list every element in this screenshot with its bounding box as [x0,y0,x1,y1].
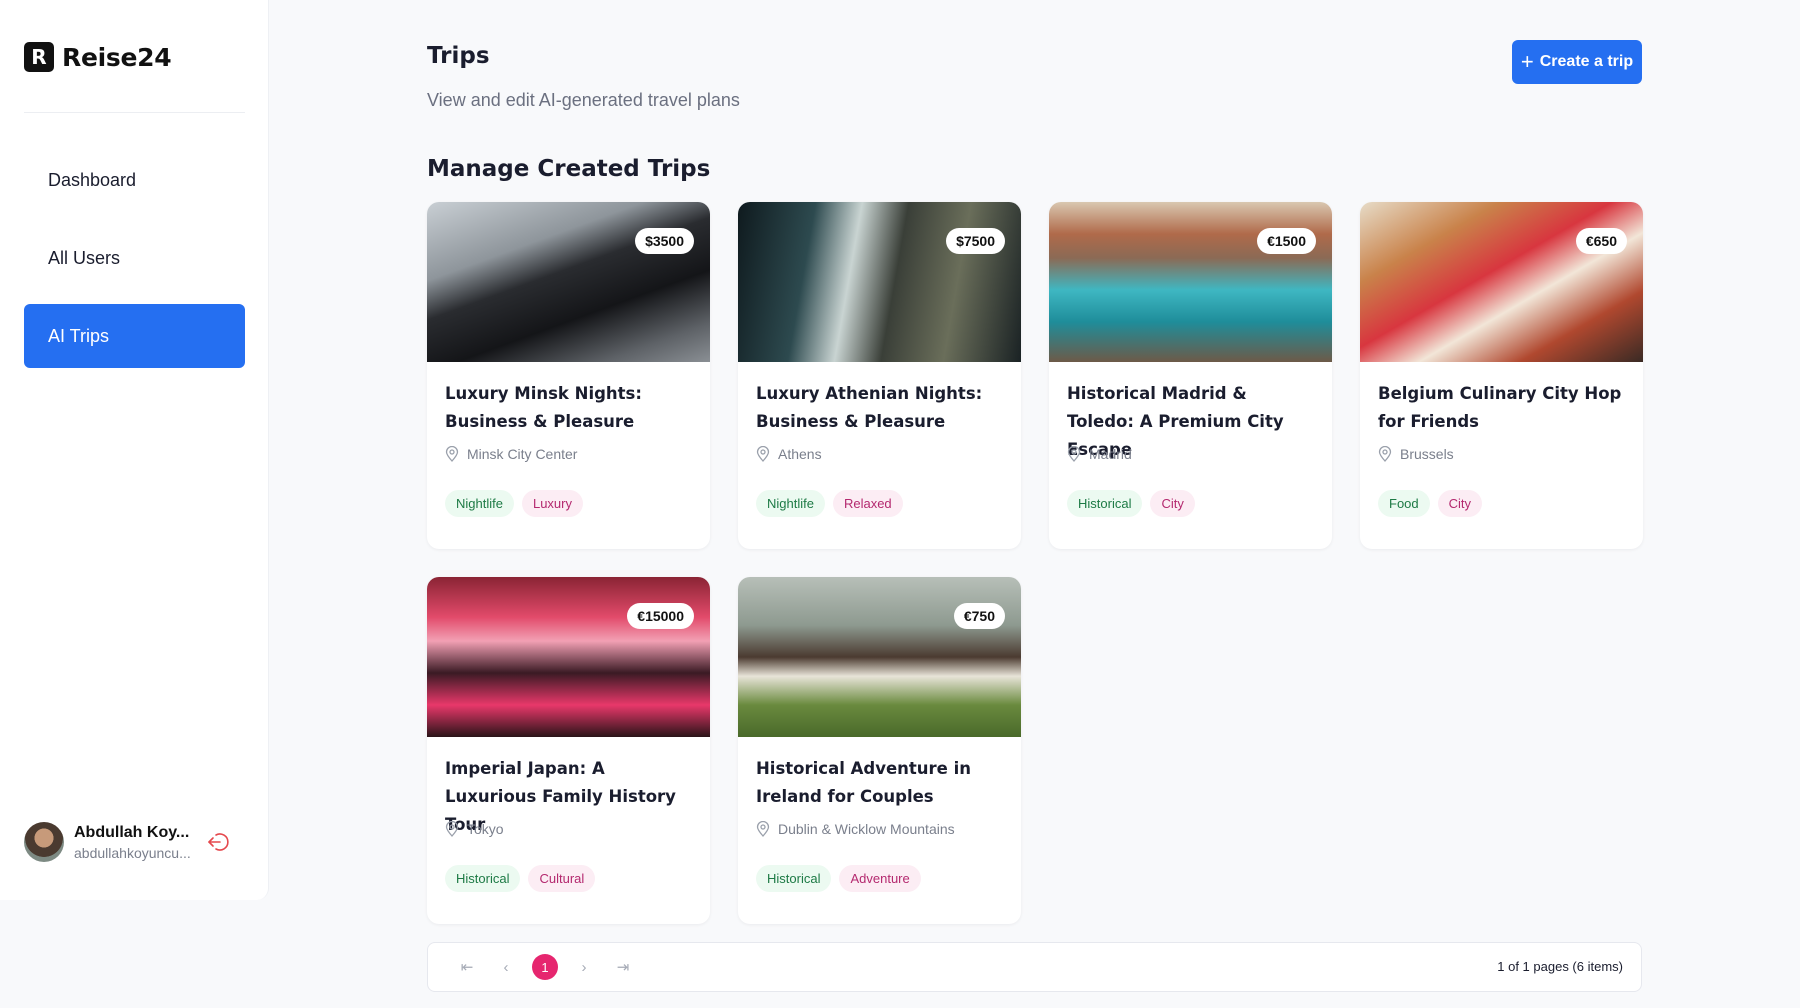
tag: Historical [1067,490,1143,517]
price-badge: $7500 [946,228,1005,254]
trip-location: Dublin & Wicklow Mountains [756,821,1003,837]
user-info: Abdullah Koy... abdullahkoyuncu... [74,824,194,861]
trip-image: €650 [1360,202,1643,362]
tag: Historical [445,865,521,892]
trip-title: Imperial Japan: A Luxurious Family Histo… [445,759,676,834]
first-page-button[interactable]: ⇤ [454,954,480,980]
brand-mark-icon: R [24,42,54,72]
trip-location-text: Athens [778,446,822,462]
tag: Relaxed [832,490,903,517]
trip-card[interactable]: €1500 Historical Madrid & Toledo: A Prem… [1049,202,1332,549]
tag: Cultural [528,865,596,892]
brand-name: Reise24 [62,42,172,72]
trip-tags: Historical Adventure [756,865,1003,892]
trip-title: Historical Adventure in Ireland for Coup… [756,759,971,806]
tag: City [1437,490,1483,517]
price-badge: $3500 [635,228,694,254]
trip-location-text: Brussels [1400,446,1454,462]
tag: Luxury [521,490,583,517]
create-trip-label: Create a trip [1539,53,1634,70]
trip-tags: Nightlife Luxury [445,490,692,517]
user-name: Abdullah Koy... [74,823,190,841]
trip-location: Madrid [1067,446,1314,462]
tag: Historical [756,865,832,892]
brand-logo[interactable]: R Reise24 [24,42,172,72]
trip-card[interactable]: $3500 Luxury Minsk Nights: Business & Pl… [427,202,710,549]
prev-page-button[interactable]: ‹ [493,954,519,980]
sidebar-divider [24,112,245,113]
sidebar-item-all-users[interactable]: All Users [24,226,245,290]
tag: Adventure [839,865,921,892]
trip-tags: Food City [1378,490,1625,517]
price-badge: €15000 [627,603,694,629]
trip-card[interactable]: €15000 Imperial Japan: A Luxurious Famil… [427,577,710,924]
trip-location-text: Madrid [1089,446,1132,462]
trip-location: Tokyo [445,821,692,837]
price-badge: €650 [1575,228,1627,254]
trip-image: €1500 [1049,202,1332,362]
trip-location: Brussels [1378,446,1625,462]
trip-location: Minsk City Center [445,446,692,462]
last-page-button[interactable]: ⇥ [610,954,636,980]
create-trip-button[interactable]: + Create a trip [1512,40,1642,84]
trip-location-text: Dublin & Wicklow Mountains [778,821,955,837]
trip-title: Luxury Athenian Nights: Business & Pleas… [756,384,983,431]
next-page-button[interactable]: › [571,954,597,980]
location-pin-icon [445,446,459,462]
sidebar: R Reise24 Dashboard All Users AI Trips A… [0,0,269,900]
location-pin-icon [445,821,459,837]
trip-grid: $3500 Luxury Minsk Nights: Business & Pl… [427,202,1643,924]
trip-tags: Historical Cultural [445,865,692,892]
price-badge: €1500 [1257,228,1316,254]
trip-title: Luxury Minsk Nights: Business & Pleasure [445,384,642,431]
sidebar-item-dashboard[interactable]: Dashboard [24,148,245,212]
location-pin-icon [756,446,770,462]
trip-card[interactable]: €650 Belgium Culinary City Hop for Frien… [1360,202,1643,549]
location-pin-icon [756,821,770,837]
location-pin-icon [1378,446,1392,462]
user-email: abdullahkoyuncu... [74,844,191,861]
trip-image: $7500 [738,202,1021,362]
page-title: Trips [427,43,490,69]
pagination-status: 1 of 1 pages (6 items) [1497,959,1623,974]
sidebar-item-ai-trips[interactable]: AI Trips [24,304,245,368]
user-profile: Abdullah Koy... abdullahkoyuncu... [24,822,245,862]
tag: Nightlife [445,490,514,517]
page-button-current[interactable]: 1 [532,954,558,980]
sidebar-nav: Dashboard All Users AI Trips [24,148,245,382]
trip-image: €15000 [427,577,710,737]
page-subtitle: View and edit AI-generated travel plans [427,90,740,110]
pagination: ⇤ ‹ 1 › ⇥ 1 of 1 pages (6 items) [427,942,1642,992]
location-pin-icon [1067,446,1081,462]
trip-title: Belgium Culinary City Hop for Friends [1378,384,1622,431]
trip-location-text: Tokyo [467,821,504,837]
tag: Nightlife [756,490,825,517]
price-badge: €750 [953,603,1005,629]
avatar [24,822,64,862]
trip-image: $3500 [427,202,710,362]
plus-icon: + [1520,49,1534,74]
trip-card[interactable]: $7500 Luxury Athenian Nights: Business &… [738,202,1021,549]
trip-location: Athens [756,446,1003,462]
trip-title: Historical Madrid & Toledo: A Premium Ci… [1067,384,1284,459]
trip-tags: Historical City [1067,490,1314,517]
trip-location-text: Minsk City Center [467,446,578,462]
section-title: Manage Created Trips [427,156,711,182]
trip-image: €750 [738,577,1021,737]
trip-card[interactable]: €750 Historical Adventure in Ireland for… [738,577,1021,924]
tag: City [1150,490,1195,517]
trip-tags: Nightlife Relaxed [756,490,1003,517]
logout-icon[interactable] [206,830,230,854]
tag: Food [1378,490,1430,517]
